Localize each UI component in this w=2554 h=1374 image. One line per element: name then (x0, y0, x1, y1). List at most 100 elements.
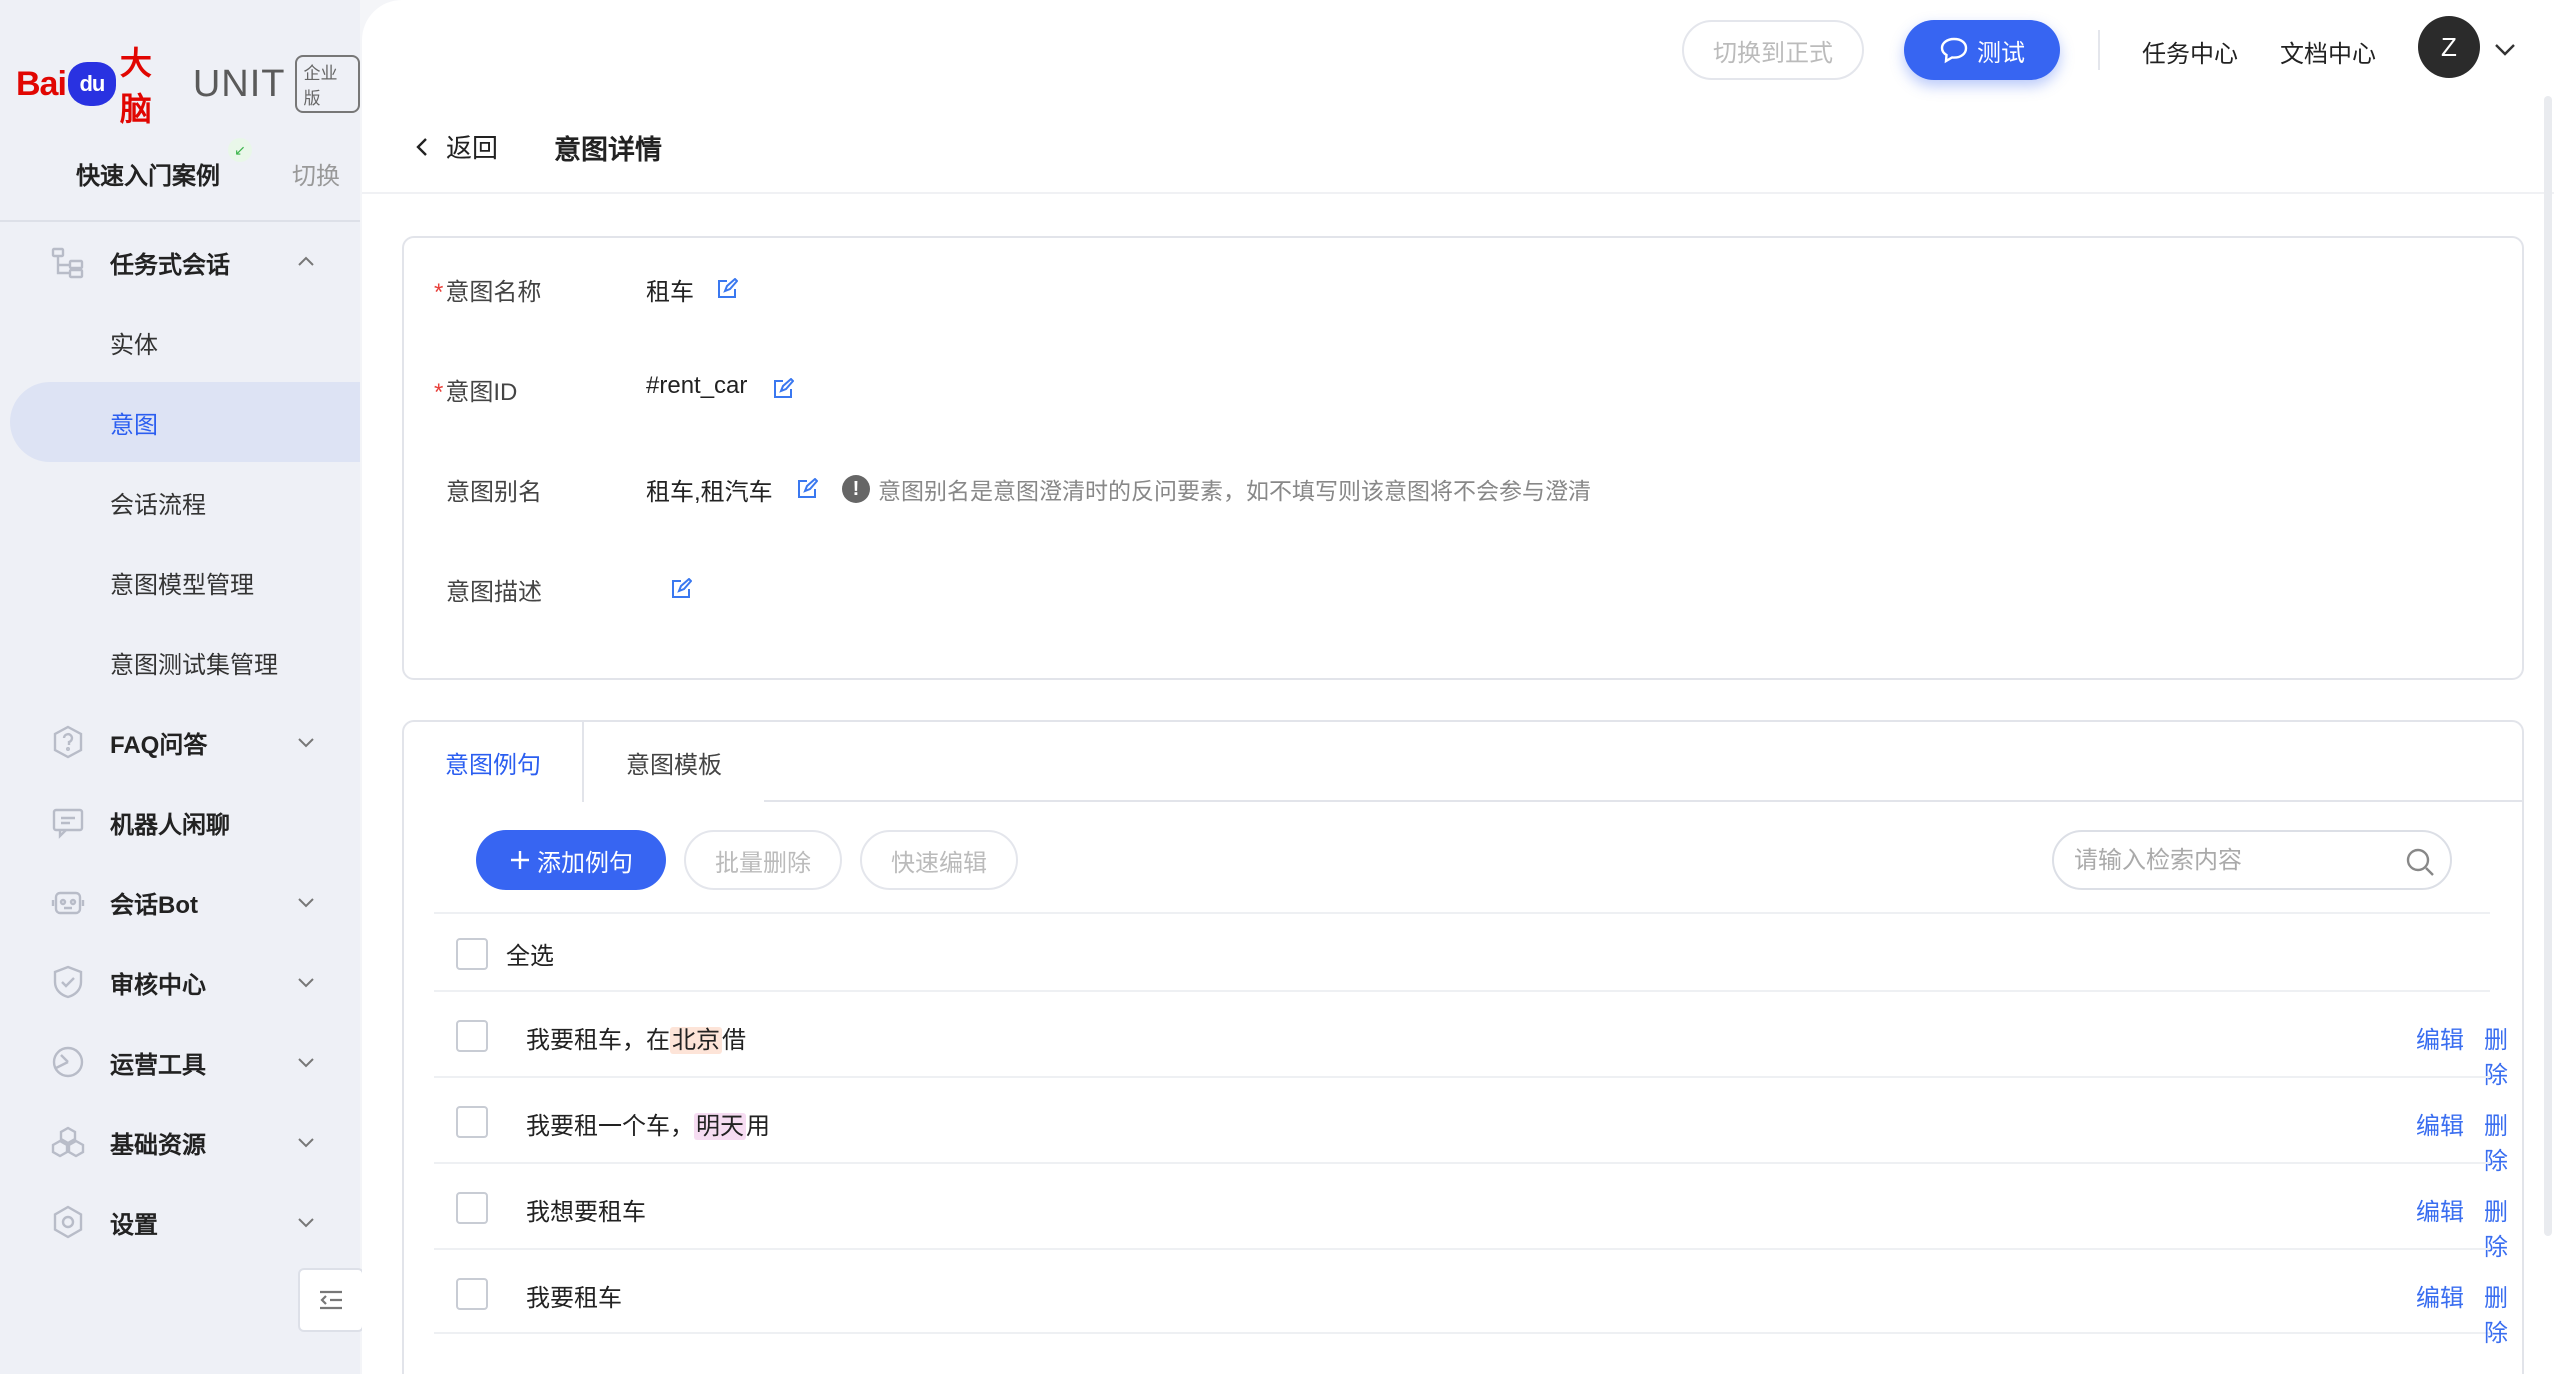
baidu-unit-logo[interactable]: Bai du 大脑 UNIT 企业版 (16, 45, 360, 127)
row-checkbox[interactable] (456, 1020, 488, 1052)
intent-desc-label: 意图描述 (446, 579, 542, 606)
batch-delete-button[interactable]: 批量删除 (684, 830, 842, 890)
sidebar: Bai du 大脑 UNIT 企业版 快速入门案例 ↙ 切换 任务式会话 实体 意… (0, 0, 364, 1374)
field-intent-id: *意图ID #rent_car (434, 368, 2514, 408)
slot-highlight-loc: 北京 (670, 1027, 722, 1054)
chevron-down-icon (298, 1218, 314, 1228)
edit-link[interactable]: 编辑 (2416, 1278, 2464, 1313)
tab-bar-underline (764, 800, 2522, 802)
project-switch-link[interactable]: 切换 (292, 156, 340, 191)
example-text: 我要租一个车，明天用 (526, 1113, 770, 1140)
sidebar-item-intent-model[interactable]: 意图模型管理 (0, 542, 360, 622)
field-intent-desc: 意图描述 (434, 568, 2514, 608)
alias-hint: ! 意图别名是意图澄清时的反问要素，如不填写则该意图将不会参与澄清 (842, 472, 1591, 506)
menu-chitchat[interactable]: 机器人闲聊 (0, 782, 360, 862)
page-scrollbar[interactable] (2544, 96, 2552, 1236)
menu-faq[interactable]: FAQ问答 (0, 702, 360, 782)
cubes-icon (51, 1126, 85, 1158)
add-example-button[interactable]: 添加例句 (476, 830, 666, 890)
chevron-down-icon (298, 978, 314, 988)
edit-icon[interactable] (796, 478, 818, 500)
menu-ops-tools[interactable]: 运营工具 (0, 1022, 360, 1102)
chevron-left-icon (416, 137, 427, 156)
edit-link[interactable]: 编辑 (2416, 1106, 2464, 1141)
intent-examples-card: 意图例句 意图模板 添加例句 批量删除 快速编辑 全选 我要租车，在 (402, 720, 2524, 1374)
sidebar-item-entity[interactable]: 实体 (0, 302, 360, 382)
chevron-down-icon (298, 898, 314, 908)
gauge-icon (52, 1046, 84, 1078)
menu-bot[interactable]: 会话Bot (0, 862, 360, 942)
task-center-link[interactable]: 任务中心 (2142, 34, 2238, 69)
top-bar-divider (2098, 30, 2100, 70)
search-box (2052, 830, 2452, 890)
required-mark: * (434, 279, 444, 306)
menu-task-dialog[interactable]: 任务式会话 (0, 222, 360, 302)
sidebar-item-dialog-flow[interactable]: 会话流程 (0, 462, 360, 542)
switch-to-formal-button[interactable]: 切换到正式 (1682, 20, 1864, 80)
row-checkbox[interactable] (456, 1106, 488, 1138)
row-checkbox[interactable] (456, 1192, 488, 1224)
intent-alias-value: 租车,租汽车 (646, 479, 773, 506)
list-item: 我要租车，在北京借 编辑 删除 (434, 990, 2508, 1089)
test-button-label: 测试 (1977, 39, 2025, 67)
back-label: 返回 (446, 133, 499, 163)
robot-icon (51, 891, 85, 915)
list-item: 我要租一个车，明天用 编辑 删除 (434, 1076, 2508, 1175)
tab-intent-examples[interactable]: 意图例句 (404, 722, 584, 802)
examples-toolbar: 添加例句 批量删除 快速编辑 (404, 830, 2522, 894)
chat-bubble-icon (1940, 37, 1968, 64)
info-exclamation-icon: ! (842, 475, 870, 503)
menu-settings[interactable]: 设置 (0, 1182, 360, 1262)
edit-icon[interactable] (716, 278, 738, 300)
edition-badge: 企业版 (295, 55, 360, 113)
field-intent-alias: 意图别名 租车,租汽车 ! 意图别名是意图澄清时的反问要素，如不填写则该意图将不… (434, 468, 2514, 508)
field-intent-name: *意图名称 租车 (434, 268, 2514, 308)
search-icon[interactable] (2404, 846, 2436, 878)
example-text: 我要租车，在北京借 (526, 1027, 746, 1054)
sidebar-item-intent[interactable]: 意图 (10, 382, 360, 462)
sidebar-item-intent-testset[interactable]: 意图测试集管理 (0, 622, 360, 702)
logo-baidu-text: Bai du (16, 62, 118, 106)
collapse-menu-icon (320, 1290, 342, 1310)
add-example-label: 添加例句 (537, 849, 633, 877)
faq-shield-icon (53, 725, 83, 759)
intent-name-label: 意图名称 (445, 279, 542, 306)
quick-edit-button[interactable]: 快速编辑 (860, 830, 1018, 890)
shield-check-icon (53, 965, 83, 999)
search-input[interactable] (2074, 844, 2394, 878)
tree-structure-icon (51, 247, 84, 279)
row-checkbox[interactable] (456, 1278, 488, 1310)
back-button[interactable]: 返回 (412, 128, 498, 165)
chevron-down-icon (298, 738, 314, 748)
delete-link[interactable]: 删除 (2484, 1278, 2508, 1348)
edit-link[interactable]: 编辑 (2416, 1020, 2464, 1055)
slot-highlight-time: 明天 (694, 1113, 746, 1140)
example-text: 我想要租车 (526, 1199, 646, 1226)
chevron-down-icon (298, 1058, 314, 1068)
edit-link[interactable]: 编辑 (2416, 1192, 2464, 1227)
intent-info-card: *意图名称 租车 *意图ID #rent_car 意图别名 租车,租汽车 ! 意… (402, 236, 2524, 680)
project-row: 快速入门案例 ↙ 切换 (76, 138, 346, 192)
user-avatar[interactable]: Z (2418, 16, 2480, 78)
settings-hexagon-icon (53, 1205, 83, 1239)
edit-icon[interactable] (670, 578, 692, 600)
menu-task-dialog-label: 任务式会话 (110, 251, 230, 279)
logo-paw-mark: du (67, 62, 116, 106)
top-bar: 切换到正式 测试 任务中心 文档中心 Z (362, 0, 2554, 98)
intent-name-value: 租车 (646, 279, 694, 306)
alias-hint-text: 意图别名是意图澄清时的反问要素，如不填写则该意图将不会参与澄清 (878, 478, 1591, 504)
chevron-down-icon[interactable] (2492, 36, 2518, 62)
list-item: 我想要租车 编辑 删除 (434, 1162, 2508, 1261)
tab-intent-templates[interactable]: 意图模板 (584, 722, 764, 802)
menu-review[interactable]: 审核中心 (0, 942, 360, 1022)
menu-base-resources[interactable]: 基础资源 (0, 1102, 360, 1182)
tab-bar: 意图例句 意图模板 (404, 722, 2522, 802)
test-button[interactable]: 测试 (1904, 20, 2060, 80)
select-all-checkbox[interactable] (456, 938, 488, 970)
doc-center-link[interactable]: 文档中心 (2280, 34, 2376, 69)
page-title: 意图详情 (554, 135, 662, 165)
edit-icon[interactable] (772, 378, 794, 400)
sidebar-collapse-button[interactable] (298, 1268, 364, 1332)
intent-id-value: #rent_car (646, 372, 748, 399)
chevron-down-icon (298, 1138, 314, 1148)
